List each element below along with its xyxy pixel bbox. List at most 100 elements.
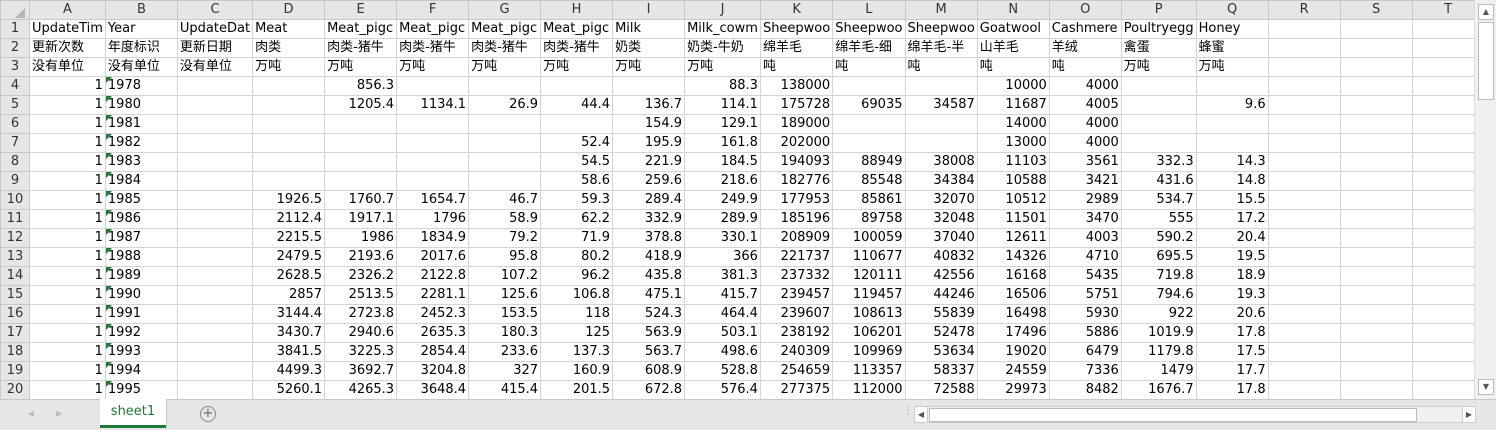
cell-L5[interactable]: 69035 <box>832 95 906 115</box>
cell-P10[interactable]: 534.7 <box>1120 190 1197 210</box>
cell-F19[interactable]: 3204.8 <box>396 361 470 381</box>
cell-R18[interactable] <box>1267 342 1341 362</box>
cell-B4[interactable]: 1978 <box>104 76 178 96</box>
cell-N7[interactable]: 13000 <box>976 133 1050 153</box>
cell-J18[interactable]: 498.6 <box>684 342 761 362</box>
cell-R8[interactable] <box>1267 152 1341 172</box>
cell-Q2[interactable]: 蜂蜜 <box>1195 38 1269 58</box>
cell-P18[interactable]: 1179.8 <box>1120 342 1197 362</box>
cell-P13[interactable]: 695.5 <box>1120 247 1197 267</box>
cell-K16[interactable]: 239607 <box>759 304 834 324</box>
cell-F18[interactable]: 2854.4 <box>396 342 470 362</box>
cell-O16[interactable]: 5930 <box>1048 304 1122 324</box>
cell-A1[interactable]: UpdateTim <box>29 19 106 39</box>
cell-A2[interactable]: 更新次数 <box>29 38 106 58</box>
splitter-handle[interactable]: ⋮ <box>903 405 913 416</box>
cell-K18[interactable]: 240309 <box>759 342 834 362</box>
row-header[interactable]: 7 <box>0 133 30 153</box>
cell-N19[interactable]: 24559 <box>976 361 1050 381</box>
cell-K2[interactable]: 绵羊毛 <box>759 38 834 58</box>
cell-H10[interactable]: 59.3 <box>540 190 614 210</box>
cell-G4[interactable] <box>468 76 542 96</box>
cell-A8[interactable]: 1 <box>29 152 106 172</box>
cell-E18[interactable]: 3225.3 <box>324 342 398 362</box>
cell-L9[interactable]: 85548 <box>832 171 906 191</box>
plus-circle-icon[interactable]: + <box>200 406 216 422</box>
cell-L3[interactable]: 吨 <box>832 57 906 77</box>
cell-H7[interactable]: 52.4 <box>540 133 614 153</box>
cell-C2[interactable]: 更新日期 <box>176 38 254 58</box>
cell-C8[interactable] <box>176 152 254 172</box>
cell-O6[interactable]: 4000 <box>1048 114 1122 134</box>
cell-R1[interactable] <box>1267 19 1341 39</box>
cell-A13[interactable]: 1 <box>29 247 106 267</box>
cell-E6[interactable] <box>324 114 398 134</box>
cell-N9[interactable]: 10588 <box>976 171 1050 191</box>
cell-H2[interactable]: 肉类-猪牛 <box>540 38 614 58</box>
cell-O19[interactable]: 7336 <box>1048 361 1122 381</box>
cell-Q4[interactable] <box>1195 76 1269 96</box>
cell-D17[interactable]: 3430.7 <box>252 323 326 343</box>
cell-A14[interactable]: 1 <box>29 266 106 286</box>
cell-E20[interactable]: 4265.3 <box>324 380 398 400</box>
column-header-N[interactable]: N <box>976 0 1050 20</box>
cell-F2[interactable]: 肉类-猪牛 <box>396 38 470 58</box>
cell-B9[interactable]: 1984 <box>104 171 178 191</box>
cell-E19[interactable]: 3692.7 <box>324 361 398 381</box>
cell-C12[interactable] <box>176 228 254 248</box>
row-header[interactable]: 8 <box>0 152 30 172</box>
cell-M13[interactable]: 40832 <box>904 247 978 267</box>
cell-S2[interactable] <box>1339 38 1413 58</box>
cell-N3[interactable]: 吨 <box>976 57 1050 77</box>
cell-I11[interactable]: 332.9 <box>612 209 686 229</box>
cell-C18[interactable] <box>176 342 254 362</box>
cell-K7[interactable]: 202000 <box>759 133 834 153</box>
cell-I15[interactable]: 475.1 <box>612 285 686 305</box>
cell-O7[interactable]: 4000 <box>1048 133 1122 153</box>
cell-H20[interactable]: 201.5 <box>540 380 614 400</box>
cell-F5[interactable]: 1134.1 <box>396 95 470 115</box>
cell-S10[interactable] <box>1339 190 1413 210</box>
scroll-thumb[interactable] <box>929 408 1417 422</box>
cell-N6[interactable]: 14000 <box>976 114 1050 134</box>
cell-S5[interactable] <box>1339 95 1413 115</box>
column-header-I[interactable]: I <box>612 0 686 20</box>
cell-S3[interactable] <box>1339 57 1413 77</box>
cell-E7[interactable] <box>324 133 398 153</box>
cell-S12[interactable] <box>1339 228 1413 248</box>
cell-H5[interactable]: 44.4 <box>540 95 614 115</box>
cell-I14[interactable]: 435.8 <box>612 266 686 286</box>
cell-S1[interactable] <box>1339 19 1413 39</box>
cell-O9[interactable]: 3421 <box>1048 171 1122 191</box>
cell-P2[interactable]: 禽蛋 <box>1120 38 1197 58</box>
column-header-O[interactable]: O <box>1048 0 1122 20</box>
cell-R20[interactable] <box>1267 380 1341 400</box>
cell-S14[interactable] <box>1339 266 1413 286</box>
cell-D9[interactable] <box>252 171 326 191</box>
cell-B18[interactable]: 1993 <box>104 342 178 362</box>
cell-J3[interactable]: 万吨 <box>684 57 761 77</box>
cell-G9[interactable] <box>468 171 542 191</box>
cell-F9[interactable] <box>396 171 470 191</box>
column-header-S[interactable]: S <box>1339 0 1413 20</box>
cell-L2[interactable]: 绵羊毛-细 <box>832 38 906 58</box>
cell-B2[interactable]: 年度标识 <box>104 38 178 58</box>
cell-R16[interactable] <box>1267 304 1341 324</box>
scroll-thumb[interactable] <box>1478 22 1494 100</box>
cell-C16[interactable] <box>176 304 254 324</box>
cell-A19[interactable]: 1 <box>29 361 106 381</box>
cell-Q17[interactable]: 17.8 <box>1195 323 1269 343</box>
cell-B10[interactable]: 1985 <box>104 190 178 210</box>
cell-Q12[interactable]: 20.4 <box>1195 228 1269 248</box>
cell-D2[interactable]: 肉类 <box>252 38 326 58</box>
cell-K12[interactable]: 208909 <box>759 228 834 248</box>
cell-L10[interactable]: 85861 <box>832 190 906 210</box>
cell-P7[interactable] <box>1120 133 1197 153</box>
cell-P5[interactable] <box>1120 95 1197 115</box>
cell-B20[interactable]: 1995 <box>104 380 178 400</box>
cell-H17[interactable]: 125 <box>540 323 614 343</box>
cell-C20[interactable] <box>176 380 254 400</box>
cell-H15[interactable]: 106.8 <box>540 285 614 305</box>
cell-D1[interactable]: Meat <box>252 19 326 39</box>
cell-C14[interactable] <box>176 266 254 286</box>
